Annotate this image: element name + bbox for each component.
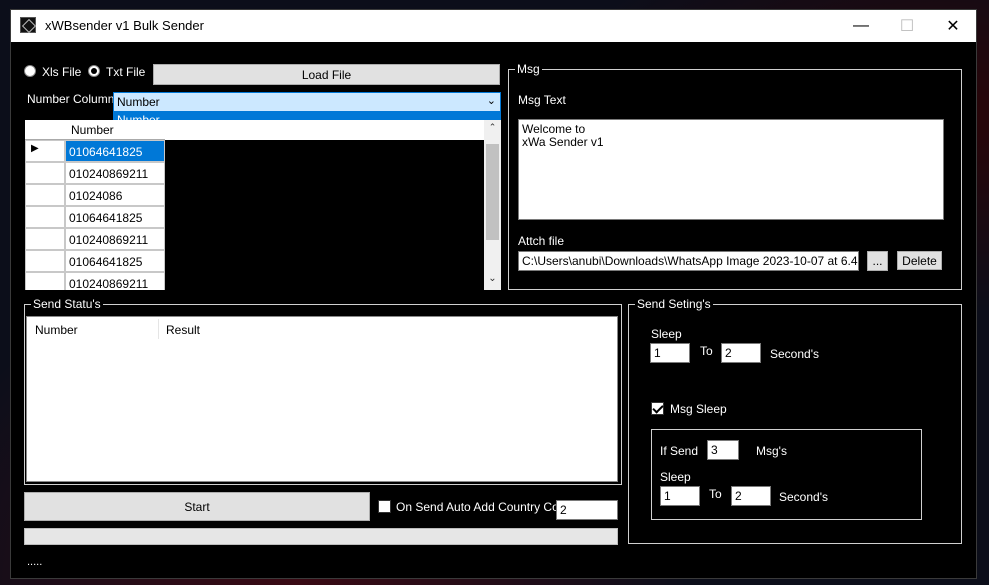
- number-column-label: Number Column: [27, 92, 115, 106]
- if-send-field[interactable]: 3: [707, 440, 739, 460]
- msg-text-label: Msg Text: [518, 93, 566, 107]
- msg-group-title: Msg: [515, 62, 542, 76]
- row-header[interactable]: ▶: [25, 140, 65, 162]
- msg-text-line: xWa Sender v1: [522, 135, 604, 149]
- msgs-label: Msg's: [756, 444, 787, 458]
- sleep-to-label: To: [700, 344, 713, 358]
- grid-header-number[interactable]: Number: [71, 123, 114, 137]
- sleep-to-field[interactable]: 2: [721, 343, 761, 363]
- inner-sleep-label: Sleep: [660, 470, 691, 484]
- send-status-title: Send Statu's: [31, 297, 103, 311]
- msg-sleep-checkbox[interactable]: [651, 402, 664, 415]
- minimize-button[interactable]: —: [838, 10, 884, 42]
- inner-to-label: To: [709, 487, 722, 501]
- xls-radio-label: Xls File: [42, 65, 82, 79]
- inner-seconds-label: Second's: [779, 490, 828, 504]
- number-column-select[interactable]: Number ⌄: [113, 92, 501, 112]
- attach-file-label: Attch file: [518, 234, 565, 248]
- row-header[interactable]: [25, 272, 65, 290]
- auto-country-checkbox[interactable]: [378, 500, 391, 513]
- start-button[interactable]: Start: [24, 492, 370, 521]
- sleep-seconds-label: Second's: [770, 347, 819, 361]
- scroll-down-icon[interactable]: ⌄: [484, 273, 501, 290]
- status-col-number[interactable]: Number: [35, 323, 78, 337]
- row-header[interactable]: [25, 162, 65, 184]
- grid-scrollbar[interactable]: ⌄: [484, 140, 501, 290]
- app-icon: [20, 17, 36, 33]
- close-button[interactable]: ✕: [930, 10, 976, 42]
- row-header[interactable]: [25, 206, 65, 228]
- column-divider: [158, 319, 159, 339]
- maximize-button[interactable]: ☐: [884, 10, 930, 42]
- number-column-value: Number: [117, 95, 160, 109]
- send-status-group: Send Statu's Number Result: [24, 297, 622, 485]
- status-footer-text: .....: [27, 556, 43, 568]
- send-settings-title: Send Seting's: [635, 297, 713, 311]
- scroll-up-icon[interactable]: ⌃: [484, 120, 501, 140]
- app-window: xWBsender v1 Bulk Sender — ☐ ✕ Xls File …: [10, 9, 977, 579]
- grid-cell[interactable]: 010240869211: [65, 272, 165, 290]
- progress-bar: [24, 528, 618, 545]
- txt-radio-label: Txt File: [106, 65, 146, 79]
- sleep-from-field[interactable]: 1: [650, 343, 690, 363]
- grid-cell[interactable]: 010240869211: [65, 228, 165, 250]
- xls-radio[interactable]: [24, 65, 36, 77]
- status-list[interactable]: Number Result: [26, 316, 618, 482]
- sleep-label: Sleep: [651, 327, 682, 341]
- grid-header: Number: [25, 120, 165, 140]
- msg-group: Msg Msg Text Welcome to xWa Sender v1 At…: [508, 62, 962, 290]
- current-row-icon: ▶: [31, 143, 39, 154]
- status-list-header: Number Result: [27, 317, 617, 341]
- if-send-label: If Send: [660, 444, 699, 458]
- grid-header-filler: [165, 120, 484, 140]
- msg-sleep-box: If Send 3 Msg's Sleep 1 To 2 Second's: [651, 429, 922, 520]
- numbers-grid[interactable]: Number ⌃ ▶ 01064641825 010240869211 0102…: [25, 120, 501, 290]
- delete-button[interactable]: Delete: [897, 251, 942, 270]
- row-header[interactable]: [25, 250, 65, 272]
- row-header[interactable]: [25, 184, 65, 206]
- scroll-thumb[interactable]: [486, 144, 499, 240]
- status-col-result[interactable]: Result: [166, 323, 200, 337]
- txt-radio[interactable]: [88, 65, 100, 77]
- browse-button[interactable]: ...: [867, 251, 888, 271]
- send-settings-group: Send Seting's Sleep 1 To 2 Second's Msg …: [628, 297, 962, 544]
- grid-cell[interactable]: 010240869211: [65, 162, 165, 184]
- inner-sleep-from-field[interactable]: 1: [660, 486, 700, 506]
- grid-cell[interactable]: 01064641825: [65, 206, 165, 228]
- grid-cell[interactable]: 01064641825: [65, 140, 165, 162]
- grid-cell[interactable]: 01024086: [65, 184, 165, 206]
- attach-path-field[interactable]: C:\Users\anubi\Downloads\WhatsApp Image …: [518, 251, 859, 271]
- msg-sleep-label: Msg Sleep: [670, 402, 727, 416]
- inner-sleep-to-field[interactable]: 2: [731, 486, 771, 506]
- auto-country-label: On Send Auto Add Country Code: [396, 500, 573, 514]
- window-title: xWBsender v1 Bulk Sender: [45, 18, 204, 33]
- title-bar: xWBsender v1 Bulk Sender — ☐ ✕: [11, 10, 976, 42]
- chevron-down-icon: ⌄: [486, 95, 496, 107]
- country-code-field[interactable]: 2: [556, 500, 618, 520]
- msg-textarea[interactable]: Welcome to xWa Sender v1: [518, 119, 944, 220]
- grid-cell[interactable]: 01064641825: [65, 250, 165, 272]
- load-file-button[interactable]: Load File: [153, 64, 500, 85]
- row-header[interactable]: [25, 228, 65, 250]
